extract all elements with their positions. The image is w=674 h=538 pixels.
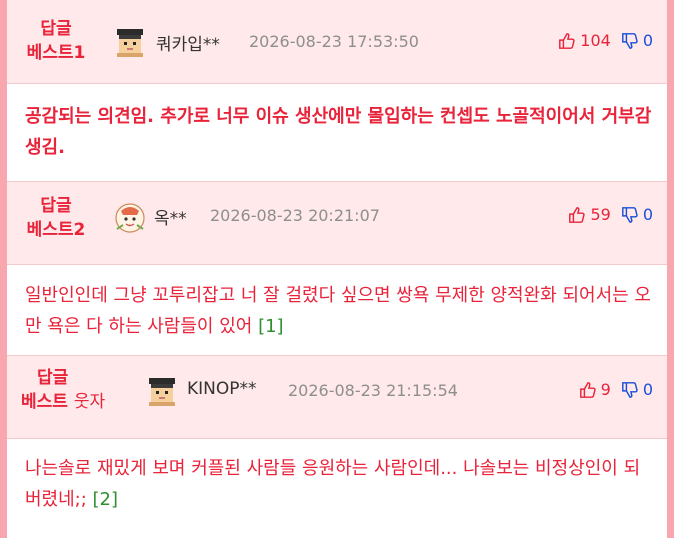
reply-count-link[interactable]: [2] — [93, 489, 119, 510]
like-count[interactable]: 9 — [601, 380, 611, 399]
nickname-link[interactable]: 옥** — [154, 204, 187, 229]
comment-list: 답글 베스트1 쿼카입** 2026-08-23 17:53:50 104 0 … — [7, 0, 667, 538]
dislike-count[interactable]: 0 — [643, 31, 653, 50]
best-badge: 답글 베스트2 — [21, 194, 91, 242]
dislike-count[interactable]: 0 — [643, 380, 653, 399]
comment-date: 2026-08-23 20:21:07 — [210, 206, 380, 225]
thumbs-down-icon[interactable] — [621, 32, 639, 50]
badge-reply-label: 답글 — [37, 368, 69, 388]
comment-body: 나는솔로 재밌게 보며 커플된 사람들 응원하는 사람인데... 나솔보는 비정… — [7, 439, 667, 531]
comment-body: 일반인인데 그냥 꼬투리잡고 너 잘 걸렸다 싶으면 쌍욕 무제한 양적완화 되… — [7, 265, 667, 356]
comment-header: 답글 베스트 웃자 KINOP** 2026-08-23 21:15:54 9 … — [7, 356, 667, 439]
best-badge: 답글 베스트 웃자 — [21, 366, 125, 414]
best-badge: 답글 베스트1 — [21, 17, 91, 65]
badge-best-label: 베스트 — [21, 392, 68, 412]
badge-category-label: 웃자 — [73, 392, 106, 412]
user-avatar-icon[interactable] — [113, 201, 147, 235]
like-count[interactable]: 104 — [580, 31, 611, 50]
dislike-count[interactable]: 0 — [643, 205, 653, 224]
badge-best-label: 베스트1 — [26, 43, 86, 63]
comment-text-content: 공감되는 의견임. 추가로 너무 이슈 생산에만 몰입하는 컨셉도 노골적이어서… — [25, 106, 652, 158]
comment-date: 2026-08-23 17:53:50 — [249, 32, 419, 51]
comment-date: 2026-08-23 21:15:54 — [288, 381, 458, 400]
thumbs-up-icon[interactable] — [579, 381, 597, 399]
vote-area: 9 0 — [579, 380, 653, 399]
comment-text: 일반인인데 그냥 꼬투리잡고 너 잘 걸렸다 싶으면 쌍욕 무제한 양적완화 되… — [25, 280, 655, 342]
comment-text-content: 일반인인데 그냥 꼬투리잡고 너 잘 걸렸다 싶으면 쌍욕 무제한 양적완화 되… — [25, 285, 651, 337]
badge-reply-label: 답글 — [40, 196, 72, 216]
comment-body: 공감되는 의견임. 추가로 너무 이슈 생산에만 몰입하는 컨셉도 노골적이어서… — [7, 84, 667, 182]
vote-area: 59 0 — [568, 205, 653, 224]
comment-header: 답글 베스트2 옥** 2026-08-23 20:21:07 59 0 — [7, 182, 667, 265]
thumbs-up-icon[interactable] — [558, 32, 576, 50]
thumbs-down-icon[interactable] — [621, 206, 639, 224]
badge-best-label: 베스트2 — [26, 220, 86, 240]
comment-text: 공감되는 의견임. 추가로 너무 이슈 생산에만 몰입하는 컨셉도 노골적이어서… — [25, 101, 655, 163]
user-avatar-icon[interactable] — [113, 25, 147, 59]
nickname-link[interactable]: KINOP** — [187, 379, 257, 399]
badge-reply-label: 답글 — [40, 19, 72, 39]
comment-header: 답글 베스트1 쿼카입** 2026-08-23 17:53:50 104 0 — [7, 0, 667, 84]
user-avatar-icon[interactable] — [145, 374, 179, 408]
like-count[interactable]: 59 — [590, 205, 610, 224]
thumbs-down-icon[interactable] — [621, 381, 639, 399]
thumbs-up-icon[interactable] — [568, 206, 586, 224]
reply-count-link[interactable]: [1] — [258, 316, 284, 337]
comment-text: 나는솔로 재밌게 보며 커플된 사람들 응원하는 사람인데... 나솔보는 비정… — [25, 453, 655, 515]
nickname-link[interactable]: 쿼카입** — [156, 30, 220, 55]
vote-area: 104 0 — [558, 31, 653, 50]
